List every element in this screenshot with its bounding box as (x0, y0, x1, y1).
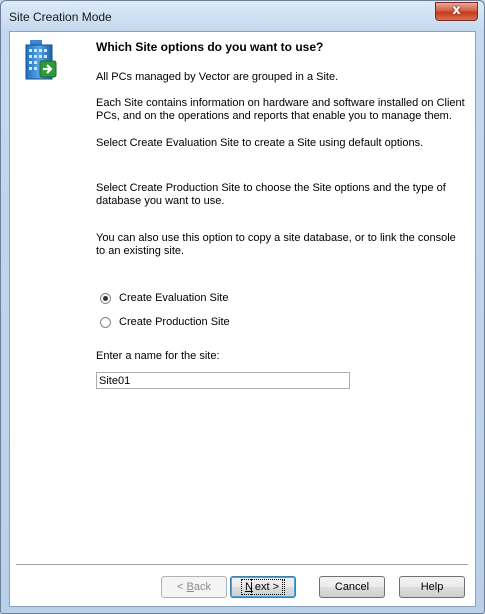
copy-link-description-text: You can also use this option to copy a s… (96, 232, 456, 257)
production-description-text: Select Create Production Site to choose … (96, 182, 446, 207)
close-button[interactable]: x (435, 2, 478, 21)
title-bar[interactable]: Site Creation Mode x (1, 1, 484, 31)
intro-text: All PCs managed by Vector are grouped in… (96, 71, 339, 83)
button-separator (16, 564, 468, 566)
site-name-input[interactable] (96, 372, 350, 389)
radio-button-selected[interactable] (100, 293, 111, 304)
dialog-window: Site Creation Mode x Which Site options … (0, 0, 485, 614)
radio-label: Create Evaluation Site (119, 292, 229, 304)
next-button[interactable]: Next > (230, 576, 296, 598)
site-name-label: Enter a name for the site: (96, 350, 220, 362)
window-title: Site Creation Mode (9, 10, 112, 24)
site-description-text: Each Site contains information on hardwa… (96, 97, 465, 122)
building-arrow-icon (25, 40, 57, 80)
back-button[interactable]: < Back (161, 576, 227, 598)
dialog-heading: Which Site options do you want to use? (96, 40, 324, 54)
evaluation-description-text: Select Create Evaluation Site to create … (96, 137, 424, 149)
radio-label: Create Production Site (119, 316, 230, 328)
close-icon: x (452, 3, 461, 18)
help-button[interactable]: Help (399, 576, 465, 598)
cancel-button[interactable]: Cancel (319, 576, 385, 598)
radio-button[interactable] (100, 317, 111, 328)
